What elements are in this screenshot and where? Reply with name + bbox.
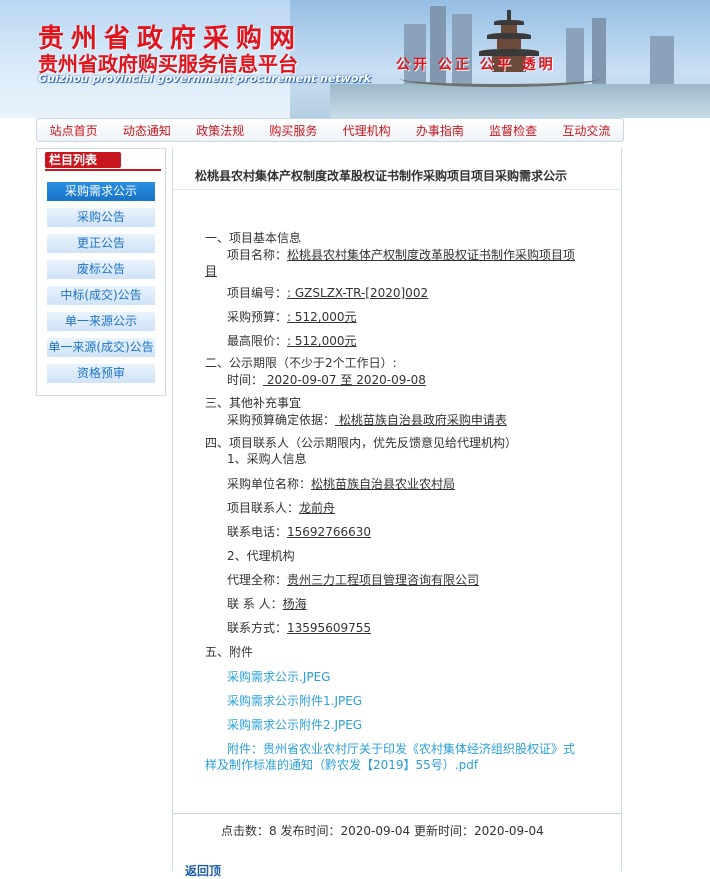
attachment-link-pdf-cont[interactable]: 样及制作标准的通知（黔农发【2019】55号）.pdf bbox=[205, 756, 478, 773]
buyer-label: 采购单位名称： bbox=[227, 477, 312, 491]
sidebar-item-procurement-notice[interactable]: 采购公告 bbox=[47, 208, 155, 227]
sidebar-item-demand-notice[interactable]: 采购需求公示 bbox=[47, 182, 155, 201]
nav-interaction[interactable]: 互动交流 bbox=[550, 122, 623, 139]
article: 松桃县农村集体产权制度改革股权证书制作采购项目项目采购需求公示 一、项目基本信息… bbox=[172, 148, 622, 878]
max-price-label: 最高限价： bbox=[227, 334, 288, 348]
main-nav: 站点首页 动态通知 政策法规 购买服务 代理机构 办事指南 监督检查 互动交流 bbox=[36, 118, 624, 142]
attachment-link-pdf[interactable]: 附件：贵州省农业农村厅关于印发《农村集体经济组织股权证》式 bbox=[227, 740, 575, 757]
agent-phone-row: 联系方式：13595609755 bbox=[227, 619, 371, 636]
project-name-label: 项目名称： bbox=[227, 248, 288, 262]
site-english-title: Guizhou provincial government procuremen… bbox=[38, 72, 372, 85]
buyer-phone-label: 联系电话： bbox=[227, 525, 288, 539]
basis-value: 松桃苗族自治县政府采购申请表 bbox=[335, 413, 507, 427]
banner-water bbox=[330, 84, 710, 118]
section-1-heading: 一、项目基本信息 bbox=[205, 231, 302, 245]
nav-supervision[interactable]: 监督检查 bbox=[477, 122, 550, 139]
budget-row: 采购预算：: 512,000元 bbox=[227, 308, 357, 325]
max-price-row: 最高限价：: 512,000元 bbox=[227, 332, 357, 349]
sidebar-item-abandoned-notice[interactable]: 废标公告 bbox=[47, 260, 155, 279]
title-divider bbox=[173, 189, 621, 190]
budget-value: : 512,000元 bbox=[287, 310, 357, 324]
agent-contact-label: 联 系 人： bbox=[227, 597, 283, 611]
section-3-heading: 三、其他补充事宜 bbox=[205, 396, 302, 410]
attachment-link[interactable]: 采购需求公示.JPEG bbox=[227, 668, 330, 685]
basis-label: 采购预算确定依据： bbox=[227, 413, 336, 427]
nav-purchase-service[interactable]: 购买服务 bbox=[257, 122, 330, 139]
section-2-heading: 二、公示期限（不少于2个工作日）: bbox=[205, 356, 397, 370]
sidebar: 栏目列表 采购需求公示 采购公告 更正公告 废标公告 中标(成交)公告 单一来源… bbox=[36, 148, 166, 396]
buyer-contact-label: 项目联系人： bbox=[227, 501, 300, 515]
buyer-row: 采购单位名称：松桃苗族自治县农业农村局 bbox=[227, 475, 455, 492]
max-price-value: : 512,000元 bbox=[287, 334, 357, 348]
agent-row: 代理全称：贵州三力工程项目管理咨询有限公司 bbox=[227, 571, 479, 588]
section-4-1-heading: 1、采购人信息 bbox=[227, 452, 307, 466]
nav-news[interactable]: 动态通知 bbox=[110, 122, 183, 139]
project-no-value: : GZSLZX-TR-[2020]002 bbox=[287, 286, 429, 300]
page-title: 松桃县农村集体产权制度改革股权证书制作采购项目项目采购需求公示 bbox=[195, 169, 568, 183]
buyer-phone-row: 联系电话：15692766630 bbox=[227, 523, 371, 540]
buyer-phone-value: 15692766630 bbox=[287, 525, 371, 539]
sidebar-heading: 栏目列表 bbox=[45, 152, 161, 171]
nav-agencies[interactable]: 代理机构 bbox=[330, 122, 403, 139]
sidebar-item-prequalification[interactable]: 资格预审 bbox=[47, 364, 155, 383]
section-4-heading: 四、项目联系人（公示期限内，优先反馈意见给代理机构） bbox=[205, 436, 518, 450]
project-name-row-cont: 目 bbox=[205, 262, 217, 279]
project-no-row: 项目编号：: GZSLZX-TR-[2020]002 bbox=[227, 284, 428, 301]
budget-label: 采购预算： bbox=[227, 310, 288, 324]
project-name-row: 项目名称：松桃县农村集体产权制度改革股权证书制作采购项目项 bbox=[227, 246, 575, 263]
agent-phone-label: 联系方式： bbox=[227, 621, 288, 635]
buyer-contact-row: 项目联系人：龙前舟 bbox=[227, 499, 335, 516]
banner-building bbox=[650, 36, 674, 84]
project-no-label: 项目编号： bbox=[227, 286, 288, 300]
header-banner: 贵州省政府采购网 贵州省政府购买服务信息平台 Guizhou provincia… bbox=[0, 0, 710, 118]
site-slogan: 公开 公正 公平 透明 bbox=[396, 57, 556, 73]
sidebar-item-award-notice[interactable]: 中标(成交)公告 bbox=[47, 286, 155, 305]
period-row: 时间： 2020-09-07 至 2020-09-08 bbox=[227, 371, 426, 388]
project-name-value-cont: 目 bbox=[205, 264, 218, 278]
buyer-contact-value: 龙前舟 bbox=[299, 501, 336, 515]
agent-phone-value: 13595609755 bbox=[287, 621, 371, 635]
sidebar-item-correction-notice[interactable]: 更正公告 bbox=[47, 234, 155, 253]
section-4-2-heading: 2、代理机构 bbox=[227, 549, 295, 563]
agent-value: 贵州三力工程项目管理咨询有限公司 bbox=[287, 573, 480, 587]
sidebar-item-single-source-notice[interactable]: 单一来源公示 bbox=[47, 312, 155, 331]
buyer-value: 松桃苗族自治县农业农村局 bbox=[311, 477, 456, 491]
pagoda-icon bbox=[476, 8, 542, 88]
agent-contact-value: 杨海 bbox=[282, 597, 307, 611]
agent-label: 代理全称： bbox=[227, 573, 288, 587]
period-value: 2020-09-07 至 2020-09-08 bbox=[263, 373, 426, 387]
basis-row: 采购预算确定依据： 松桃苗族自治县政府采购申请表 bbox=[227, 411, 507, 428]
agent-contact-row: 联 系 人：杨海 bbox=[227, 595, 307, 612]
article-stats: 点击数：8 发布时间：2020-09-04 更新时间：2020-09-04 bbox=[221, 824, 544, 838]
footer-divider bbox=[173, 813, 621, 814]
period-label: 时间： bbox=[227, 373, 264, 387]
nav-home[interactable]: 站点首页 bbox=[37, 122, 110, 139]
attachment-link[interactable]: 采购需求公示附件1.JPEG bbox=[227, 692, 362, 709]
attachment-link[interactable]: 采购需求公示附件2.JPEG bbox=[227, 716, 362, 733]
sidebar-item-single-source-award[interactable]: 单一来源(成交)公告 bbox=[47, 338, 155, 357]
section-5-heading: 五、附件 bbox=[205, 645, 254, 659]
nav-guide[interactable]: 办事指南 bbox=[403, 122, 476, 139]
nav-policy[interactable]: 政策法规 bbox=[184, 122, 257, 139]
project-name-value: 松桃县农村集体产权制度改革股权证书制作采购项目项 bbox=[287, 248, 576, 262]
